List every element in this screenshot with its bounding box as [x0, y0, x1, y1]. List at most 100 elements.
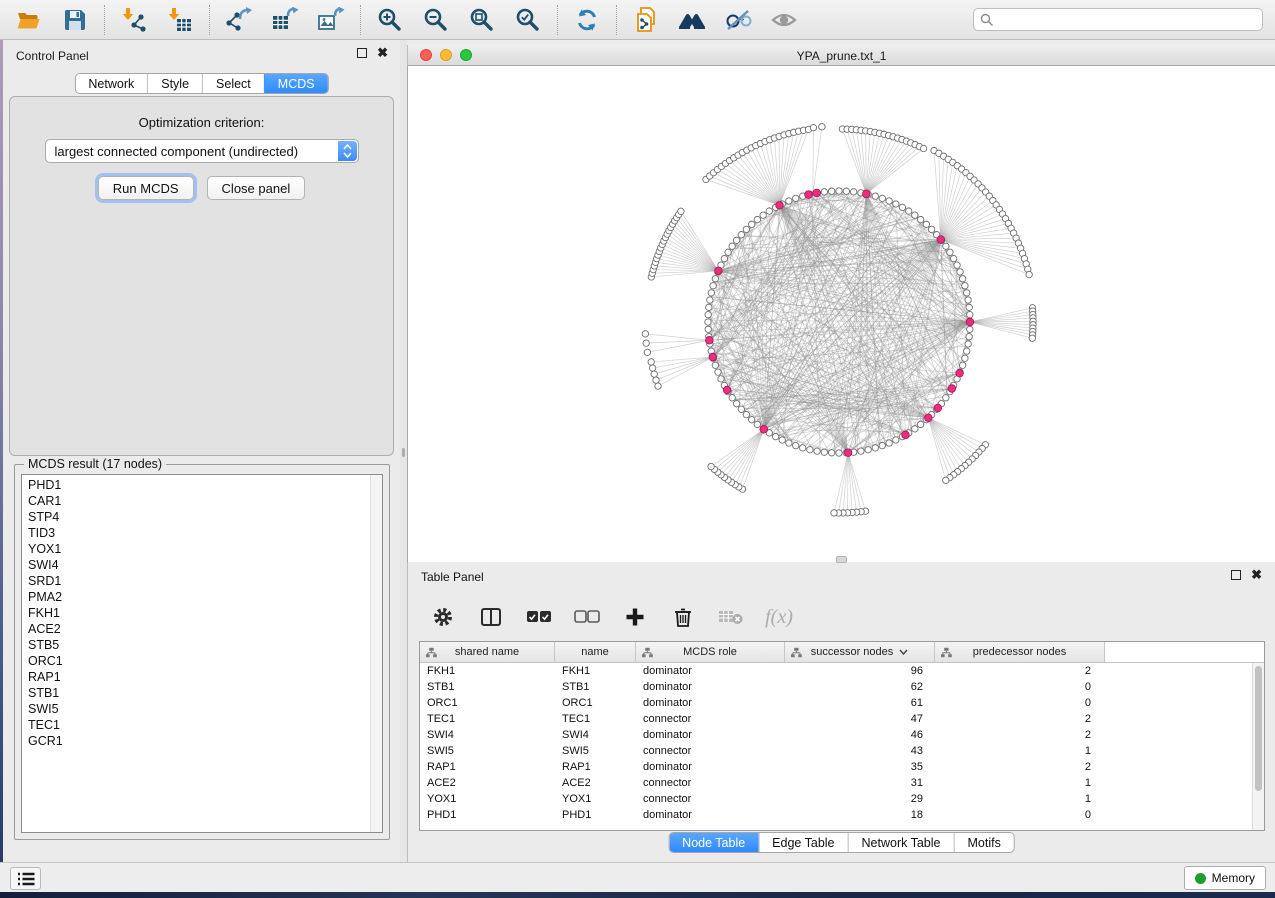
- mcds-result-item[interactable]: ACE2: [22, 621, 370, 637]
- save-session-button[interactable]: [61, 6, 89, 34]
- show-columns-button[interactable]: [478, 604, 504, 630]
- mcds-result-item[interactable]: CAR1: [22, 493, 370, 509]
- export-network-button[interactable]: [225, 6, 253, 34]
- column-header-MCDS-role[interactable]: MCDS role: [636, 642, 785, 662]
- horizontal-splitter-grip[interactable]: [836, 556, 847, 563]
- deselect-all-button[interactable]: [574, 604, 600, 630]
- tab-mcds[interactable]: MCDS: [264, 74, 328, 93]
- mcds-result-item[interactable]: TID3: [22, 525, 370, 541]
- mcds-result-item[interactable]: SRD1: [22, 573, 370, 589]
- import-network-button[interactable]: [120, 6, 148, 34]
- columns-icon: [480, 607, 502, 627]
- apply-function-button[interactable]: f(x): [766, 604, 792, 630]
- table-header-row: shared namenameMCDS rolesuccessor nodesp…: [420, 642, 1264, 663]
- cell-predecessor-nodes: 2: [935, 729, 1105, 741]
- mcds-result-item[interactable]: SWI5: [22, 701, 370, 717]
- table-row[interactable]: SWI4SWI4dominator462: [420, 727, 1252, 743]
- search-input[interactable]: [998, 13, 1256, 27]
- zoom-out-button[interactable]: [422, 6, 450, 34]
- float-panel-icon[interactable]: [357, 48, 367, 58]
- hide-details-button[interactable]: [724, 6, 752, 34]
- open-folder-icon: [16, 8, 42, 32]
- mcds-result-item[interactable]: SWI4: [22, 557, 370, 573]
- open-file-button[interactable]: [15, 6, 43, 34]
- zoom-fit-button[interactable]: [468, 6, 496, 34]
- search-network-button[interactable]: [678, 6, 706, 34]
- mcds-result-item[interactable]: YOX1: [22, 541, 370, 557]
- tab-style[interactable]: Style: [147, 74, 202, 93]
- mcds-result-item[interactable]: FKH1: [22, 605, 370, 621]
- cell-MCDS-role: connector: [636, 777, 785, 789]
- network-canvas[interactable]: [407, 66, 1275, 562]
- table-row[interactable]: SWI5SWI5connector431: [420, 743, 1252, 759]
- table-row[interactable]: YOX1YOX1connector291: [420, 791, 1252, 807]
- mcds-result-item[interactable]: ORC1: [22, 653, 370, 669]
- tab-motifs[interactable]: Motifs: [953, 833, 1013, 852]
- column-header-shared-name[interactable]: shared name: [420, 642, 555, 662]
- tab-network[interactable]: Network: [75, 74, 147, 93]
- close-panel-icon[interactable]: ✖: [377, 48, 388, 58]
- tab-select[interactable]: Select: [202, 74, 264, 93]
- float-table-panel-icon[interactable]: [1231, 570, 1241, 580]
- tab-node-table[interactable]: Node Table: [669, 833, 758, 852]
- refresh-layout-button[interactable]: [573, 6, 601, 34]
- clone-network-button[interactable]: [632, 6, 660, 34]
- mcds-result-list[interactable]: PHD1CAR1STP4TID3YOX1SWI4SRD1PMA2FKH1ACE2…: [21, 474, 383, 833]
- criterion-dropdown[interactable]: largest connected component (undirected): [45, 139, 359, 163]
- mcds-result-item[interactable]: STB5: [22, 637, 370, 653]
- export-table-button[interactable]: [271, 6, 299, 34]
- show-panels-button[interactable]: [10, 867, 41, 890]
- select-all-button[interactable]: [526, 604, 552, 630]
- mcds-result-item[interactable]: PMA2: [22, 589, 370, 605]
- mcds-result-item[interactable]: PHD1: [22, 477, 370, 493]
- mcds-result-item[interactable]: STB1: [22, 685, 370, 701]
- node-table: shared namenameMCDS rolesuccessor nodesp…: [419, 641, 1265, 831]
- export-image-icon: [317, 7, 345, 33]
- network-graph: [408, 66, 1275, 562]
- table-row[interactable]: ACE2ACE2connector311: [420, 775, 1252, 791]
- control-panel: Control Panel ✖ NetworkStyleSelectMCDS O…: [3, 40, 400, 862]
- result-list-scrollbar[interactable]: [370, 475, 382, 832]
- splitter-grip: [402, 448, 405, 457]
- cell-shared-name: FKH1: [420, 665, 555, 677]
- scrollbar-thumb[interactable]: [1255, 666, 1262, 791]
- run-mcds-button[interactable]: Run MCDS: [98, 176, 194, 200]
- cell-successor-nodes: 35: [785, 761, 935, 773]
- memory-button[interactable]: Memory: [1184, 866, 1266, 890]
- table-row[interactable]: FKH1FKH1dominator962: [420, 663, 1252, 679]
- table-settings-button[interactable]: [430, 604, 456, 630]
- cell-name: PHD1: [555, 809, 636, 821]
- table-row[interactable]: ORC1ORC1dominator610: [420, 695, 1252, 711]
- control-panel-tabs: NetworkStyleSelectMCDS: [74, 73, 328, 94]
- delete-table-button[interactable]: [718, 604, 744, 630]
- export-image-button[interactable]: [317, 6, 345, 34]
- zoom-in-button[interactable]: [376, 6, 404, 34]
- mcds-result-item[interactable]: STP4: [22, 509, 370, 525]
- criterion-dropdown-value: largest connected component (undirected): [46, 144, 299, 159]
- cell-name: TEC1: [555, 713, 636, 725]
- close-panel-button[interactable]: Close panel: [207, 176, 306, 200]
- mcds-result-item[interactable]: GCR1: [22, 733, 370, 749]
- mcds-result-item[interactable]: RAP1: [22, 669, 370, 685]
- table-row[interactable]: RAP1RAP1dominator352: [420, 759, 1252, 775]
- table-row[interactable]: TEC1TEC1connector472: [420, 711, 1252, 727]
- mcds-result-item[interactable]: TEC1: [22, 717, 370, 733]
- delete-row-button[interactable]: [670, 604, 696, 630]
- table-scrollbar[interactable]: [1252, 663, 1264, 830]
- close-table-panel-icon[interactable]: ✖: [1251, 570, 1262, 580]
- vertical-splitter[interactable]: [400, 40, 407, 862]
- column-header-predecessor-nodes[interactable]: predecessor nodes: [935, 642, 1105, 662]
- add-row-button[interactable]: [622, 604, 648, 630]
- table-row[interactable]: PHD1PHD1dominator180: [420, 807, 1252, 823]
- cell-successor-nodes: 46: [785, 729, 935, 741]
- cell-successor-nodes: 18: [785, 809, 935, 821]
- table-row[interactable]: STB1STB1dominator620: [420, 679, 1252, 695]
- column-header-name[interactable]: name: [555, 642, 636, 662]
- zoom-selected-button[interactable]: [514, 6, 542, 34]
- column-header-successor-nodes[interactable]: successor nodes: [785, 642, 935, 662]
- tab-edge-table[interactable]: Edge Table: [758, 833, 847, 852]
- cell-successor-nodes: 62: [785, 681, 935, 693]
- show-details-button[interactable]: [770, 6, 798, 34]
- import-table-button[interactable]: [166, 6, 194, 34]
- tab-network-table[interactable]: Network Table: [848, 833, 954, 852]
